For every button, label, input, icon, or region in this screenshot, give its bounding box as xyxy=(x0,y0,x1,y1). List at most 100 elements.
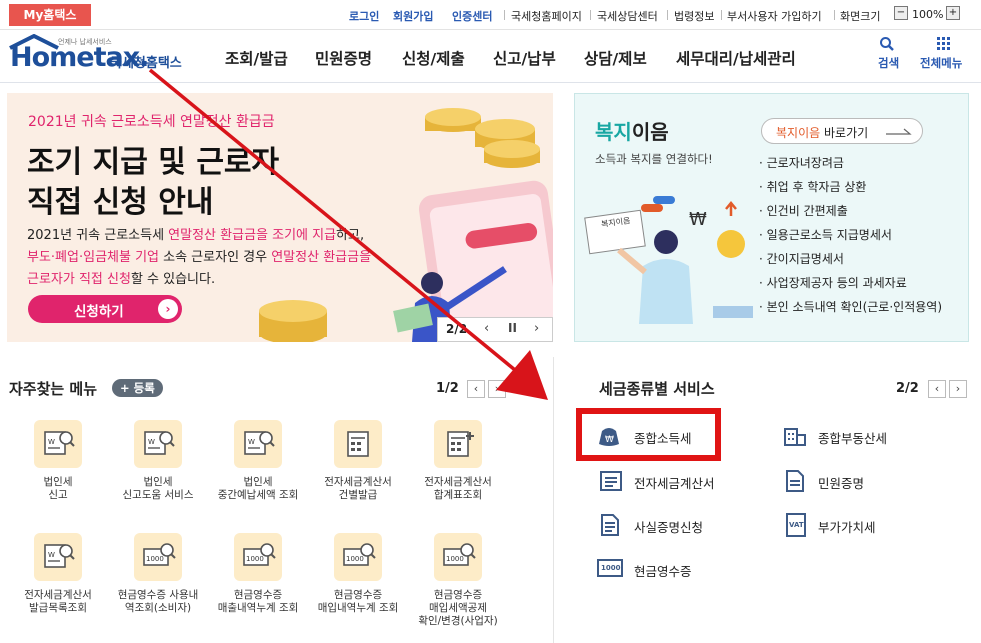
won-icon: ₩ xyxy=(689,209,707,230)
divider xyxy=(667,10,668,20)
cash-search-icon: 1000 xyxy=(234,533,282,581)
welfare-shortcut-button[interactable]: 복지이음 바로가기 xyxy=(761,118,923,144)
divider xyxy=(590,10,591,20)
login-link[interactable]: 로그인 xyxy=(349,8,379,24)
welfare-item-label: 일용근로소득 지급명세서 xyxy=(766,228,892,242)
faq-menu-label: 법인세 신고도움 서비스 xyxy=(102,476,214,502)
search-label[interactable]: 검색 xyxy=(878,55,899,71)
welfare-item-label: 간이지급명세서 xyxy=(766,252,844,266)
service-fact-certificate-request[interactable]: 사실증명신청 xyxy=(634,517,703,536)
desc-highlight: 부도·폐업·임금체불 기업 xyxy=(27,250,159,265)
welfare-item[interactable]: · 본인 소득내역 확인(근로·인적용역) xyxy=(759,298,942,315)
desc-highlight: 연말정산 환급금을 조기에 지급 xyxy=(168,228,337,243)
signup-link[interactable]: 회원가입 xyxy=(393,8,433,24)
faq-menu-item[interactable]: W 법인세 신고도움 서비스 xyxy=(108,420,208,520)
faq-menu-item[interactable]: W 법인세 신고 xyxy=(8,420,108,520)
banner-title-line2: 직접 신청 안내 xyxy=(27,185,214,220)
register-button[interactable]: + 등록 xyxy=(112,379,163,397)
nts-homepage-link[interactable]: 국세청홈페이지 xyxy=(511,8,582,24)
apply-button[interactable]: 신청하기 › xyxy=(28,295,182,323)
faq-label-line: 발급목록조회 xyxy=(29,602,87,614)
faq-label-line: 확인/변경(사업자) xyxy=(418,615,498,627)
services-next-button[interactable]: › xyxy=(949,380,967,398)
welfare-item-label: 본인 소득내역 확인(근로·인적용역) xyxy=(766,300,943,314)
services-prev-button[interactable]: ‹ xyxy=(928,380,946,398)
invoice-icon xyxy=(600,471,622,491)
search-icon[interactable] xyxy=(879,36,895,52)
faq-menu-item[interactable]: 1000 현금영수증 매입내역누계 조회 xyxy=(308,533,408,633)
faq-label-line: 현금영수증 xyxy=(333,589,383,601)
faq-menu-item[interactable]: 1000 현금영수증 매출내역누계 조회 xyxy=(208,533,308,633)
faq-label-line: 현금영수증 xyxy=(433,589,483,601)
cert-center-link[interactable]: 인증센터 xyxy=(452,8,492,24)
zoom-level: 100% xyxy=(912,8,944,21)
faq-menu-item[interactable]: 전자세금계산서 건별발급 xyxy=(308,420,408,520)
faq-menu-item[interactable]: W 법인세 중간예납세액 조회 xyxy=(208,420,308,520)
main-banner[interactable]: 2021년 귀속 근로소득세 연말정산 환급금 조기 지급 및 근로자 직접 신… xyxy=(7,93,553,342)
welfare-item[interactable]: · 취업 후 학자금 상환 xyxy=(759,178,866,195)
nav-civil-certificate[interactable]: 민원증명 xyxy=(315,47,372,69)
welfare-panel[interactable]: 복지이음 소득과 복지를 연결하다! 복지이음 바로가기 복지이음 ₩ · 근로… xyxy=(574,93,969,342)
welfare-item[interactable]: · 간이지급명세서 xyxy=(759,250,844,267)
faq-menu-item[interactable]: 1000 현금영수증 사용내 역조회(소비자) xyxy=(108,533,208,633)
shortcut-text: 바로가기 xyxy=(820,126,869,140)
fact-certificate-icon xyxy=(601,514,619,536)
money-bag-icon: ₩ xyxy=(599,428,619,446)
banner-desc-line3: 근로자가 직접 신청할 수 있습니다. xyxy=(27,268,215,287)
welfare-item[interactable]: · 근로자녀장려금 xyxy=(759,154,844,171)
service-comprehensive-income-tax[interactable]: 종합소득세 xyxy=(634,428,692,447)
svg-text:1000: 1000 xyxy=(446,555,464,563)
service-vat[interactable]: 부가가치세 xyxy=(818,517,876,536)
grid-menu-icon[interactable] xyxy=(937,37,951,51)
service-e-tax-invoice[interactable]: 전자세금계산서 xyxy=(634,473,715,492)
consult-center-link[interactable]: 국세상담센터 xyxy=(597,8,658,24)
dept-user-signup-link[interactable]: 부서사용자 가입하기 xyxy=(727,8,822,24)
faq-label-line: 역조회(소비자) xyxy=(124,602,192,614)
banner-desc-line1: 2021년 귀속 근로소득세 연말정산 환급금을 조기에 지급하고, xyxy=(27,224,364,243)
service-cash-receipt[interactable]: 현금영수증 xyxy=(634,561,692,580)
cash-search-icon: 1000 xyxy=(134,533,182,581)
cash-search-icon: 1000 xyxy=(434,533,482,581)
faq-label-line: 법인세 xyxy=(143,476,173,488)
nav-inquiry-issue[interactable]: 조회/발급 xyxy=(225,47,288,69)
nav-tax-agent[interactable]: 세무대리/납세관리 xyxy=(676,47,796,69)
service-civil-certificate[interactable]: 민원증명 xyxy=(818,473,864,492)
faq-menu-label: 현금영수증 매출내역누계 조회 xyxy=(202,589,314,615)
svg-text:₩: ₩ xyxy=(605,435,614,445)
faq-menu-item[interactable]: 전자세금계산서 합계표조회 xyxy=(408,420,508,520)
all-menu-label[interactable]: 전체메뉴 xyxy=(920,55,962,71)
faq-label-line: 현금영수증 사용내 xyxy=(117,589,199,601)
service-comprehensive-real-estate-tax[interactable]: 종합부동산세 xyxy=(818,428,887,447)
banner-next-button[interactable]: › xyxy=(534,321,539,336)
banner-prev-button[interactable]: ‹ xyxy=(484,321,489,336)
banner-pause-button[interactable]: II xyxy=(508,321,517,335)
document-search-icon: W xyxy=(34,420,82,468)
logo-korean-name[interactable]: 국세청홈택스 xyxy=(110,52,182,71)
faq-label-line: 중간예납세액 조회 xyxy=(217,489,299,501)
welfare-item[interactable]: · 일용근로소득 지급명세서 xyxy=(759,226,892,243)
banner-page-indicator: 2/2 xyxy=(446,322,468,336)
faq-prev-button[interactable]: ‹ xyxy=(467,380,485,398)
faq-menu-item[interactable]: W 전자세금계산서 발급목록조회 xyxy=(8,533,108,633)
faq-label-line: 건별발급 xyxy=(338,489,378,501)
law-info-link[interactable]: 법령정보 xyxy=(674,8,714,24)
nav-report-pay[interactable]: 신고/납부 xyxy=(493,47,556,69)
faq-label-line: 신고도움 서비스 xyxy=(122,489,194,501)
welfare-item-label: 사업장제공자 등의 과세자료 xyxy=(766,276,907,290)
faq-menu-label: 전자세금계산서 합계표조회 xyxy=(402,476,514,502)
apply-button-label: 신청하기 xyxy=(74,304,124,320)
zoom-in-button[interactable]: + xyxy=(946,6,960,20)
my-hometax-button[interactable]: My홈택스 xyxy=(9,4,91,26)
building-icon xyxy=(784,428,806,446)
welfare-item[interactable]: · 인건비 간편제출 xyxy=(759,202,848,219)
nav-consult-report[interactable]: 상담/제보 xyxy=(584,47,647,69)
svg-text:W: W xyxy=(148,438,155,446)
nav-apply-submit[interactable]: 신청/제출 xyxy=(402,47,465,69)
divider xyxy=(834,10,835,20)
cash-search-icon: 1000 xyxy=(334,533,382,581)
svg-text:1000: 1000 xyxy=(346,555,364,563)
faq-next-button[interactable]: › xyxy=(488,380,506,398)
welfare-item[interactable]: · 사업장제공자 등의 과세자료 xyxy=(759,274,907,291)
faq-menu-item[interactable]: 1000 현금영수증 매입세액공제 확인/변경(사업자) xyxy=(408,533,508,633)
zoom-out-button[interactable]: − xyxy=(894,6,908,20)
